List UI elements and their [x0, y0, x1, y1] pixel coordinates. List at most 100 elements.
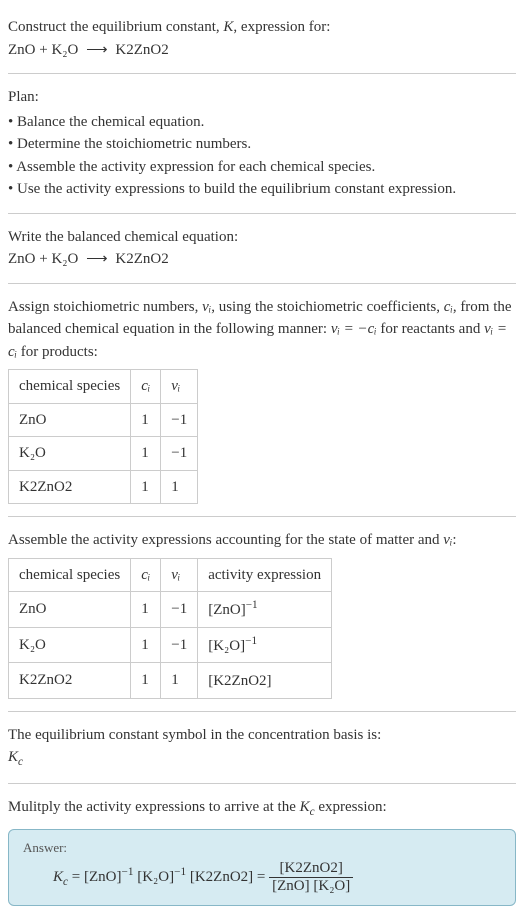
table-row: K2ZnO2 1 1 [K2ZnO2]	[9, 663, 332, 699]
stoich-table: chemical species cᵢ νᵢ ZnO 1 −1 K₂O 1 −1…	[8, 369, 198, 504]
eq-lhs: ZnO + K₂O	[8, 42, 78, 58]
activity-sym: νᵢ	[443, 532, 452, 548]
plan-item: Balance the chemical equation.	[8, 111, 516, 134]
plan-label: Plan:	[8, 89, 39, 105]
divider	[8, 711, 516, 712]
table-row: K2ZnO2 1 1	[9, 470, 198, 504]
term2-base: [K₂O]	[137, 869, 174, 885]
cell-species: K₂O	[9, 627, 131, 663]
stoich-text: for products:	[17, 344, 98, 360]
prompt-text: Construct the equilibrium constant,	[8, 19, 223, 35]
divider	[8, 283, 516, 284]
fraction: [K2ZnO2] [ZnO] [K₂O]	[269, 860, 353, 895]
symbol-text: The equilibrium constant symbol in the c…	[8, 727, 381, 743]
fraction-numerator: [K2ZnO2]	[269, 860, 353, 878]
cell-species: ZnO	[9, 592, 131, 628]
stoich-text: , using the stoichiometric coefficients,	[211, 299, 444, 315]
term1-exp: −1	[121, 866, 133, 878]
kc-symbol: Kc	[300, 799, 315, 815]
arrow-icon: ⟶	[82, 42, 112, 58]
activity-label: Assemble the activity expressions accoun…	[8, 532, 443, 548]
activity-exp: −1	[245, 635, 257, 647]
table-header-row: chemical species cᵢ νᵢ activity expressi…	[9, 558, 332, 592]
cell-activity: [ZnO]−1	[198, 592, 332, 628]
answer-expression: Kc = [ZnO]−1 [K₂O]−1 [K2ZnO2] = [K2ZnO2]…	[23, 860, 501, 895]
balanced-equation: ZnO + K₂O ⟶ K2ZnO2	[8, 251, 169, 267]
col-vi: νᵢ	[161, 558, 198, 592]
activity-block: Assemble the activity expressions accoun…	[8, 529, 516, 699]
plan-item: Use the activity expressions to build th…	[8, 178, 516, 201]
answer-label: Answer:	[23, 840, 501, 856]
prompt-equation: ZnO + K₂O ⟶ K2ZnO2	[8, 42, 169, 58]
activity-exp: −1	[246, 599, 258, 611]
cell-species: K2ZnO2	[9, 663, 131, 699]
eq-rhs: K2ZnO2	[115, 251, 168, 267]
prompt-block: Construct the equilibrium constant, K, e…	[8, 16, 516, 61]
cell-ci: 1	[131, 403, 161, 437]
symbol-block: The equilibrium constant symbol in the c…	[8, 724, 516, 771]
cell-activity: [K2ZnO2]	[198, 663, 332, 699]
multiply-text: Mulitply the activity expressions to arr…	[8, 799, 300, 815]
table-row: K₂O 1 −1	[9, 437, 198, 471]
table-row: ZnO 1 −1	[9, 403, 198, 437]
term1-base: [ZnO]	[84, 869, 122, 885]
stoich-sym: νᵢ	[202, 299, 211, 315]
plan-item: Assemble the activity expression for eac…	[8, 156, 516, 179]
plan-item: Determine the stoichiometric numbers.	[8, 133, 516, 156]
activity-table: chemical species cᵢ νᵢ activity expressi…	[8, 558, 332, 699]
cell-vi: −1	[161, 592, 198, 628]
cell-activity: [K₂O]−1	[198, 627, 332, 663]
eq-lhs: ZnO + K₂O	[8, 251, 78, 267]
kc-symbol: Kc	[8, 749, 23, 765]
col-vi: νᵢ	[161, 370, 198, 404]
cell-species: ZnO	[9, 403, 131, 437]
divider	[8, 516, 516, 517]
cell-ci: 1	[131, 627, 161, 663]
kc-c: c	[18, 756, 23, 768]
activity-base: [ZnO]	[208, 602, 246, 618]
cell-ci: 1	[131, 663, 161, 699]
col-species: chemical species	[9, 370, 131, 404]
kc-K: K	[8, 749, 18, 765]
cell-vi: −1	[161, 437, 198, 471]
cell-vi: 1	[161, 663, 198, 699]
col-activity: activity expression	[198, 558, 332, 592]
prompt-K: K	[223, 19, 233, 35]
cell-vi: 1	[161, 470, 198, 504]
cell-ci: 1	[131, 592, 161, 628]
equals: =	[68, 869, 84, 885]
stoich-block: Assign stoichiometric numbers, νᵢ, using…	[8, 296, 516, 505]
table-row: K₂O 1 −1 [K₂O]−1	[9, 627, 332, 663]
cell-species: K2ZnO2	[9, 470, 131, 504]
col-species: chemical species	[9, 558, 131, 592]
cell-ci: 1	[131, 470, 161, 504]
plan-list: Balance the chemical equation. Determine…	[8, 111, 516, 201]
kc-K: K	[53, 869, 63, 885]
divider	[8, 783, 516, 784]
table-row: ZnO 1 −1 [ZnO]−1	[9, 592, 332, 628]
stoich-text: for reactants and	[377, 321, 484, 337]
activity-base: [K2ZnO2]	[208, 673, 271, 689]
kc-symbol: Kc	[53, 869, 68, 885]
cell-ci: 1	[131, 437, 161, 471]
stoich-rel: νᵢ = −cᵢ	[331, 321, 377, 337]
cell-species: K₂O	[9, 437, 131, 471]
divider	[8, 73, 516, 74]
balanced-label: Write the balanced chemical equation:	[8, 229, 238, 245]
fraction-denominator: [ZnO] [K₂O]	[269, 878, 353, 895]
prompt-text-post: , expression for:	[233, 19, 330, 35]
arrow-icon: ⟶	[82, 251, 112, 267]
table-header-row: chemical species cᵢ νᵢ	[9, 370, 198, 404]
col-ci: cᵢ	[131, 558, 161, 592]
cell-vi: −1	[161, 403, 198, 437]
col-ci: cᵢ	[131, 370, 161, 404]
balanced-block: Write the balanced chemical equation: Zn…	[8, 226, 516, 271]
divider	[8, 213, 516, 214]
term3: [K2ZnO2]	[190, 869, 253, 885]
answer-box: Answer: Kc = [ZnO]−1 [K₂O]−1 [K2ZnO2] = …	[8, 829, 516, 906]
stoich-text: Assign stoichiometric numbers,	[8, 299, 202, 315]
kc-K: K	[300, 799, 310, 815]
activity-label-post: :	[452, 532, 456, 548]
activity-base: [K₂O]	[208, 638, 245, 654]
term2-exp: −1	[174, 866, 186, 878]
